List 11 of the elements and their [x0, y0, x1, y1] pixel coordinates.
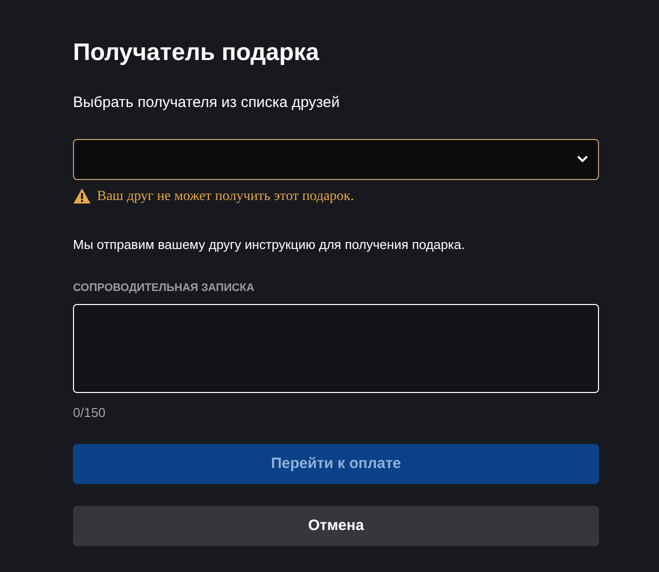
note-label: СОПРОВОДИТЕЛЬНАЯ ЗАПИСКА — [73, 281, 256, 296]
dialog-title: Получатель подарка — [73, 38, 320, 68]
recipient-select[interactable] — [73, 138, 599, 180]
cancel-button[interactable]: Отмена — [73, 506, 599, 546]
field-label: Выбрать получателя из списка друзей — [73, 93, 341, 113]
character-counter: 0/150 — [73, 404, 107, 422]
warning-icon — [73, 188, 91, 204]
warning-text: Ваш друг не может получить этот подарок. — [97, 188, 354, 206]
info-text: Мы отправим вашему другу инструкцию для получения подарка. — [73, 236, 466, 254]
note-field[interactable] — [73, 304, 599, 392]
chevron-icon — [577, 155, 588, 163]
